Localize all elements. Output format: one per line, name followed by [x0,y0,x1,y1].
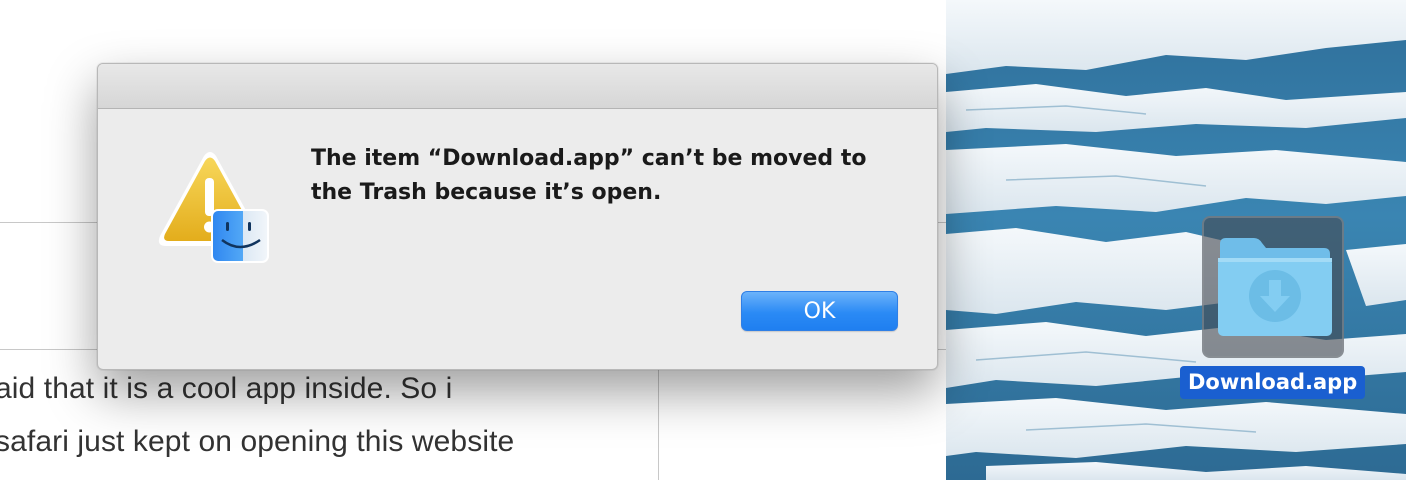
desktop-item-download-app[interactable]: Download.app [1180,216,1370,402]
alert-titlebar [98,64,937,109]
alert-dialog: The item “Download.app” can’t be moved t… [97,63,938,370]
downloads-folder-icon [1218,238,1332,336]
alert-message-line: the Trash because it’s open. [311,180,662,205]
desktop-item-label: Download.app [1180,366,1366,399]
document-text-line: aid that it is a cool app inside. So i [0,372,453,405]
warning-finder-icon [158,152,269,263]
screen: aid that it is a cool app inside. So i s… [0,0,1406,480]
alert-message: The item “Download.app” can’t be moved t… [311,142,911,210]
desktop: Download.app [946,0,1406,480]
document-text-line: safari just kept on opening this website [0,425,515,458]
ok-button[interactable]: OK [741,291,898,331]
alert-message-line: The item “Download.app” can’t be moved t… [311,146,867,171]
